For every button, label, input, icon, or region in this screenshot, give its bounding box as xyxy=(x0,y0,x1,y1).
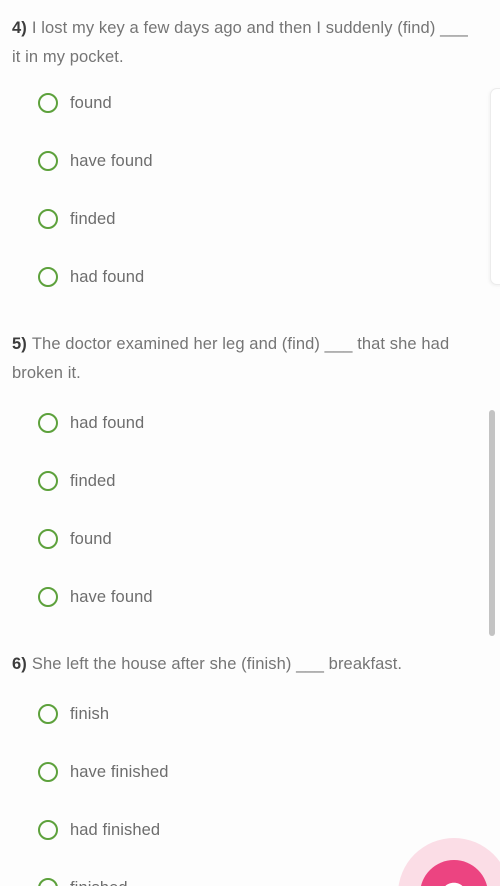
option-row[interactable]: have finished xyxy=(12,743,488,801)
option-row[interactable]: finish xyxy=(12,685,488,743)
option-label: had found xyxy=(70,413,145,432)
question-text: 6) She left the house after she (finish) … xyxy=(12,650,488,679)
option-label: finish xyxy=(70,704,110,723)
scrollbar-thumb[interactable] xyxy=(489,410,495,636)
option-label: finded xyxy=(70,209,116,228)
option-label: have finished xyxy=(70,762,169,781)
radio-button-icon[interactable] xyxy=(38,587,58,607)
question-block: 4) I lost my key a few days ago and then … xyxy=(12,14,488,306)
radio-button-icon[interactable] xyxy=(38,820,58,840)
option-list: found have found finded had found xyxy=(12,74,488,306)
question-body: I lost my key a few days ago and then I … xyxy=(12,19,468,66)
question-list: 4) I lost my key a few days ago and then … xyxy=(0,0,500,886)
option-row[interactable]: have found xyxy=(12,568,488,626)
question-block: 5) The doctor examined her leg and (find)… xyxy=(12,330,488,626)
radio-button-icon[interactable] xyxy=(38,878,58,886)
question-number: 5) xyxy=(12,335,27,353)
question-text: 4) I lost my key a few days ago and then … xyxy=(12,14,488,72)
question-body: She left the house after she (finish) __… xyxy=(31,655,403,673)
radio-button-icon[interactable] xyxy=(38,413,58,433)
question-text: 5) The doctor examined her leg and (find)… xyxy=(12,330,488,388)
option-label: found xyxy=(70,93,112,112)
option-label: had finished xyxy=(70,820,161,839)
radio-button-icon[interactable] xyxy=(38,209,58,229)
radio-button-icon[interactable] xyxy=(38,762,58,782)
option-label: had found xyxy=(70,267,145,286)
option-row[interactable]: finded xyxy=(12,190,488,248)
radio-button-icon[interactable] xyxy=(38,471,58,491)
question-block: 6) She left the house after she (finish) … xyxy=(12,650,488,886)
option-row[interactable]: have found xyxy=(12,132,488,190)
option-row[interactable]: finished xyxy=(12,859,488,886)
radio-button-icon[interactable] xyxy=(38,704,58,724)
question-body: The doctor examined her leg and (find) _… xyxy=(12,335,450,382)
option-row[interactable]: found xyxy=(12,74,488,132)
scrollbar-track[interactable] xyxy=(489,0,498,886)
option-row[interactable]: had finished xyxy=(12,801,488,859)
radio-button-icon[interactable] xyxy=(38,267,58,287)
radio-button-icon[interactable] xyxy=(38,151,58,171)
quiz-page: 4) I lost my key a few days ago and then … xyxy=(0,0,500,886)
option-row[interactable]: finded xyxy=(12,452,488,510)
option-list: had found finded found have found xyxy=(12,394,488,626)
question-number: 4) xyxy=(12,19,27,37)
question-number: 6) xyxy=(12,655,27,673)
option-label: found xyxy=(70,529,112,548)
option-label: have found xyxy=(70,587,153,606)
option-row[interactable]: had found xyxy=(12,248,488,306)
radio-button-icon[interactable] xyxy=(38,529,58,549)
option-label: finded xyxy=(70,471,116,490)
option-row[interactable]: had found xyxy=(12,394,488,452)
option-row[interactable]: found xyxy=(12,510,488,568)
radio-button-icon[interactable] xyxy=(38,93,58,113)
option-label: have found xyxy=(70,151,153,170)
option-label: finished xyxy=(70,880,128,886)
option-list: finish have finished had finished finish… xyxy=(12,685,488,886)
